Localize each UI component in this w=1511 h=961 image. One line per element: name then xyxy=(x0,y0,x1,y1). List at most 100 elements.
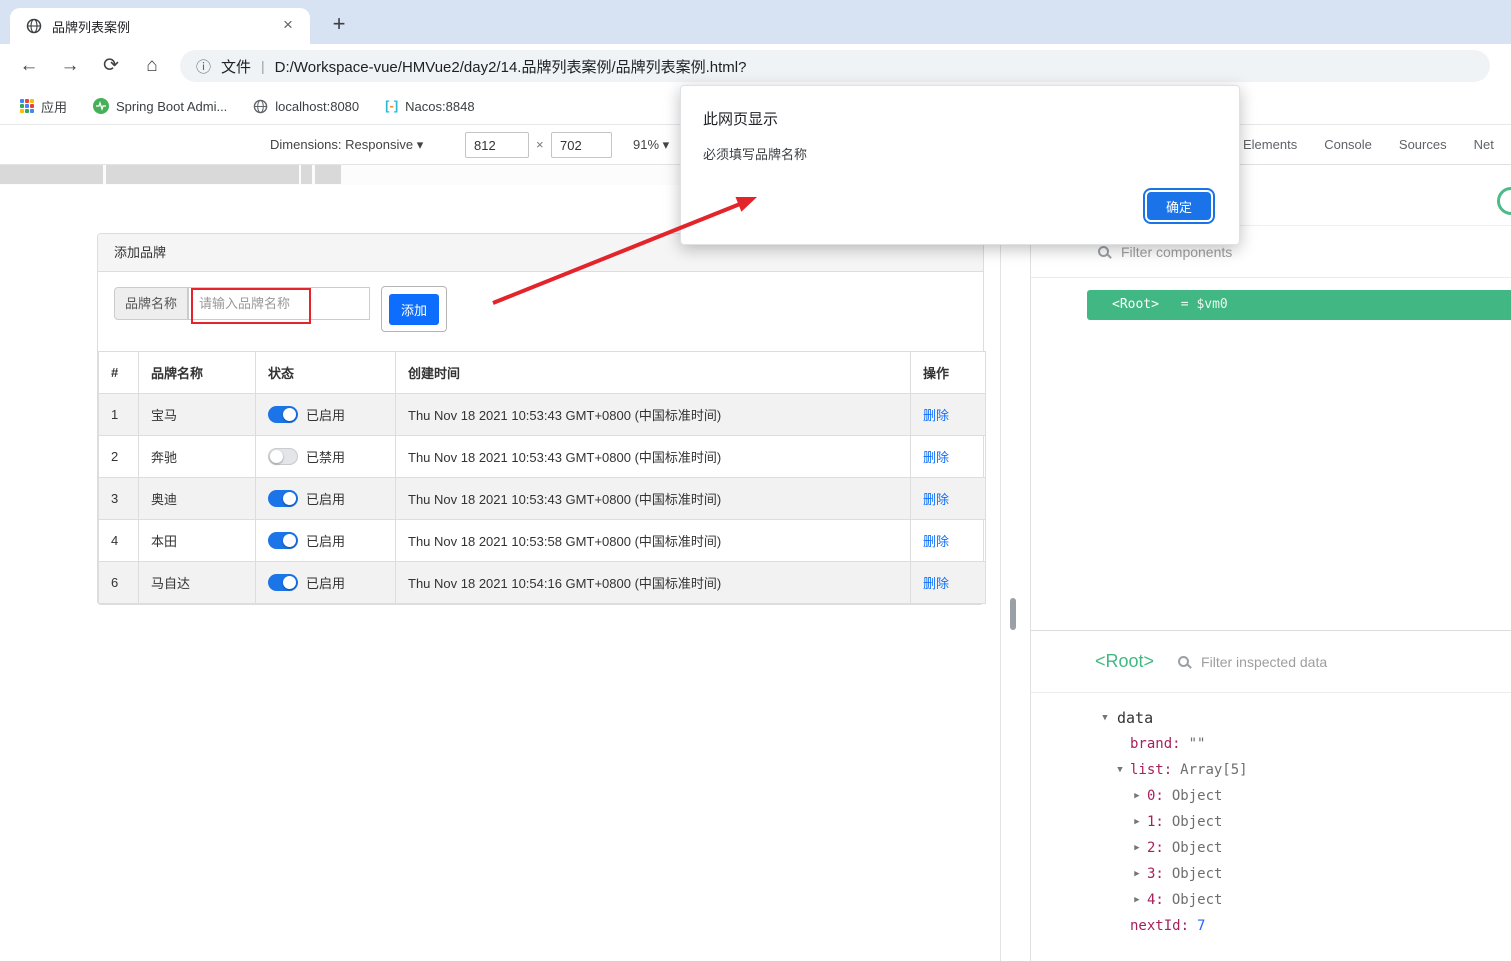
chevron-down-icon: ▾ xyxy=(416,137,424,152)
col-header-status: 状态 xyxy=(255,351,396,394)
brand-name-label: 品牌名称 xyxy=(114,287,188,320)
viewport-width-input[interactable] xyxy=(465,132,529,158)
tree-item-list-0[interactable]: ▶ 0: Object xyxy=(1099,783,1511,809)
home-icon[interactable]: ⌂ xyxy=(137,51,167,81)
devtools-panel: Elements Console Sources Net <Root> = $v… xyxy=(1030,125,1511,961)
status-label: 已启用 xyxy=(306,534,346,549)
tab-network[interactable]: Net xyxy=(1474,137,1494,152)
new-tab-icon[interactable]: + xyxy=(324,10,354,40)
tree-item-data[interactable]: ▼ data xyxy=(1099,705,1511,731)
disclosure-icon[interactable]: ▼ xyxy=(1114,757,1126,783)
col-header-name: 品牌名称 xyxy=(138,351,256,394)
scrollbar-thumb[interactable] xyxy=(1010,598,1016,630)
bookmark-apps[interactable]: 应用 xyxy=(20,97,67,116)
col-header-action: 操作 xyxy=(910,351,986,394)
row-index: 2 xyxy=(98,435,139,478)
reload-icon[interactable]: ⟳ xyxy=(96,51,126,81)
status-toggle[interactable] xyxy=(268,490,298,507)
delete-link[interactable]: 删除 xyxy=(923,576,949,591)
tab-favicon-globe-icon xyxy=(26,18,42,34)
disclosure-icon[interactable]: ▶ xyxy=(1131,861,1143,887)
tab-sources[interactable]: Sources xyxy=(1399,137,1447,152)
tree-item-brand[interactable]: brand: "" xyxy=(1099,731,1511,757)
bookmark-label: Nacos:8848 xyxy=(405,98,475,114)
brand-name: 马自达 xyxy=(138,561,256,604)
browser-tab[interactable]: 品牌列表案例 × xyxy=(10,8,310,44)
state-tree: ▼ data brand: "" ▼ list: Array[5] ▶ 0: Object … xyxy=(1031,693,1511,939)
delete-link[interactable]: 删除 xyxy=(923,450,949,465)
inspector-root-label: <Root> xyxy=(1095,651,1155,671)
globe-icon xyxy=(254,99,268,113)
created-time: Thu Nov 18 2021 10:54:16 GMT+0800 (中国标准时… xyxy=(395,561,911,604)
zoom-dropdown[interactable]: 91% ▾ xyxy=(633,137,669,153)
dialog-ok-button[interactable]: 确定 xyxy=(1147,192,1211,220)
bookmark-nacos[interactable]: [-] Nacos:8848 xyxy=(385,97,474,115)
bookmark-spring-boot-admin[interactable]: Spring Boot Admi... xyxy=(93,98,227,114)
tree-item-list[interactable]: ▼ list: Array[5] xyxy=(1099,757,1511,783)
nacos-icon: [-] xyxy=(385,98,399,113)
status-toggle[interactable] xyxy=(268,532,298,549)
tab-elements[interactable]: Elements xyxy=(1243,137,1297,152)
table-row: 1 宝马 已启用 Thu Nov 18 2021 10:53:43 GMT+08… xyxy=(98,393,986,436)
disclosure-icon[interactable]: ▶ xyxy=(1131,809,1143,835)
row-index: 1 xyxy=(98,393,139,436)
tab-close-icon[interactable]: × xyxy=(278,16,298,36)
delete-link[interactable]: 删除 xyxy=(923,534,949,549)
delete-link[interactable]: 删除 xyxy=(923,408,949,423)
add-button[interactable]: 添加 xyxy=(389,293,439,325)
alert-dialog: 此网页显示 必须填写品牌名称 确定 xyxy=(680,85,1240,245)
tree-item-list-1[interactable]: ▶ 1: Object xyxy=(1099,809,1511,835)
status-toggle[interactable] xyxy=(268,574,298,591)
page-viewport: 添加品牌 品牌名称 添加 # 品牌名称 状态 创建时间 操作 1 xyxy=(0,185,1001,961)
row-index: 6 xyxy=(98,561,139,604)
dialog-message: 必须填写品牌名称 xyxy=(703,147,808,162)
search-icon xyxy=(1178,656,1190,667)
disclosure-icon[interactable]: ▼ xyxy=(1099,705,1111,731)
dimensions-label: Dimensions: Responsive xyxy=(270,137,414,152)
disclosure-icon[interactable]: ▶ xyxy=(1131,835,1143,861)
tab-title: 品牌列表案例 xyxy=(52,19,131,35)
info-icon[interactable]: ⓘ xyxy=(196,56,211,77)
dimensions-dropdown[interactable]: Dimensions: Responsive ▾ xyxy=(270,137,423,153)
status-label: 已启用 xyxy=(306,408,346,423)
brand-name: 本田 xyxy=(138,519,256,562)
tab-console[interactable]: Console xyxy=(1324,137,1372,152)
tree-item-list-3[interactable]: ▶ 3: Object xyxy=(1099,861,1511,887)
back-icon[interactable]: ← xyxy=(14,51,44,81)
table-row: 6 马自达 已启用 Thu Nov 18 2021 10:54:16 GMT+0… xyxy=(98,561,986,604)
brand-name: 奥迪 xyxy=(138,477,256,520)
table-header-row: # 品牌名称 状态 创建时间 操作 xyxy=(98,351,986,394)
table-row: 4 本田 已启用 Thu Nov 18 2021 10:53:58 GMT+08… xyxy=(98,519,986,562)
viewport-height-input[interactable] xyxy=(551,132,612,158)
tree-item-nextid[interactable]: nextId: 7 xyxy=(1099,913,1511,939)
component-name: <Root> xyxy=(1112,297,1159,312)
delete-link[interactable]: 删除 xyxy=(923,492,949,507)
filter-components-input[interactable] xyxy=(1121,243,1361,260)
inspector-header: <Root> xyxy=(1031,631,1511,693)
disclosure-icon[interactable]: ▶ xyxy=(1131,783,1143,809)
filter-inspected-data-input[interactable] xyxy=(1201,653,1442,670)
vue-logo-arc-icon xyxy=(1497,187,1511,215)
status-label: 已启用 xyxy=(306,576,346,591)
tree-item-list-2[interactable]: ▶ 2: Object xyxy=(1099,835,1511,861)
row-index: 4 xyxy=(98,519,139,562)
add-brand-form: 品牌名称 添加 xyxy=(98,272,983,351)
address-bar[interactable]: ⓘ 文件 | D:/Workspace-vue/HMVue2/day2/14.品… xyxy=(180,50,1490,82)
search-icon xyxy=(1098,246,1109,257)
disclosure-icon[interactable]: ▶ xyxy=(1131,887,1143,913)
tree-item-list-4[interactable]: ▶ 4: Object xyxy=(1099,887,1511,913)
zoom-value: 91% xyxy=(633,137,660,152)
forward-icon[interactable]: → xyxy=(55,51,85,81)
status-toggle[interactable] xyxy=(268,406,298,423)
dialog-title: 此网页显示 xyxy=(703,111,779,128)
add-button-outline: 添加 xyxy=(381,286,447,332)
component-root-row[interactable]: <Root> = $vm0 xyxy=(1087,290,1511,320)
bookmark-localhost[interactable]: localhost:8080 xyxy=(253,99,359,114)
spring-boot-admin-icon xyxy=(93,98,110,114)
brand-name-input[interactable] xyxy=(188,287,370,320)
created-time: Thu Nov 18 2021 10:53:43 GMT+0800 (中国标准时… xyxy=(395,393,911,436)
status-label: 已启用 xyxy=(306,492,346,507)
status-toggle[interactable] xyxy=(268,448,298,465)
created-time: Thu Nov 18 2021 10:53:43 GMT+0800 (中国标准时… xyxy=(395,435,911,478)
add-brand-panel: 添加品牌 品牌名称 添加 # 品牌名称 状态 创建时间 操作 1 xyxy=(97,233,986,605)
